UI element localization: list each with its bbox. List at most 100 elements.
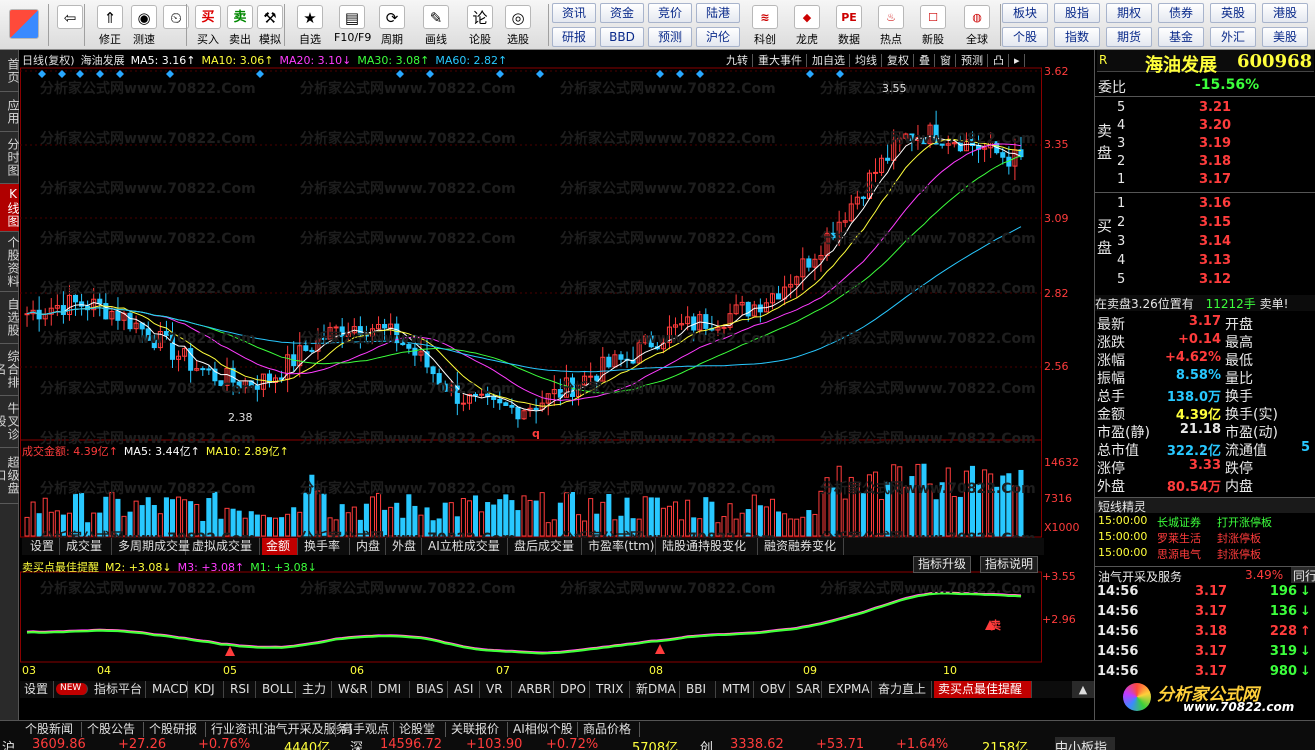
replay-button[interactable]: ◉ 测速 <box>126 1 162 49</box>
hotspot-button[interactable]: ♨ 热点 <box>872 1 910 49</box>
indicator-button-0[interactable]: 指标升级 <box>913 556 972 573</box>
kline-tool-5[interactable]: 叠 <box>919 54 935 67</box>
index-name-1[interactable]: 深 <box>350 737 363 750</box>
kline-tool-0[interactable]: 九转 <box>726 54 753 67</box>
volume-tab-0[interactable]: 设置 <box>26 538 60 555</box>
revise-button[interactable]: ⇑ 修正 <box>92 1 128 49</box>
kline-tool-2[interactable]: 加自选 <box>812 54 850 67</box>
left-nav-item-3[interactable]: K线图 <box>0 184 20 232</box>
indicator-button-1[interactable]: 指标说明 <box>980 556 1039 573</box>
event-marker-icon[interactable] <box>836 70 844 78</box>
info-tab-2[interactable]: 个股研报 <box>146 722 206 737</box>
kline-tool-7[interactable]: 预测 <box>961 54 988 67</box>
volume-tab-1[interactable]: 成交量 <box>62 538 112 555</box>
volume-tab-11[interactable]: 陆股通持股变化 <box>658 538 758 555</box>
clock-button[interactable]: ⏲ <box>158 1 194 49</box>
indicator-tab-12[interactable]: VR <box>482 681 512 698</box>
quick-button-7[interactable]: 沪伦 <box>696 27 740 47</box>
global-button[interactable]: ◍ 全球 <box>958 1 996 49</box>
volume-tab-5[interactable]: 换手率 <box>300 538 350 555</box>
jingling-stock-2[interactable]: 思源电气 <box>1157 546 1201 562</box>
indicator-tab-5[interactable]: RSI <box>226 681 256 698</box>
sell-price-2[interactable]: 3.19 <box>1199 136 1231 151</box>
market-button-9[interactable]: 基金 <box>1158 27 1204 47</box>
buy-price-3[interactable]: 3.13 <box>1199 253 1231 268</box>
event-marker-icon[interactable] <box>38 70 46 78</box>
jingling-stock-1[interactable]: 罗莱生活 <box>1157 530 1201 546</box>
event-marker-icon[interactable] <box>676 70 684 78</box>
kline-tool-9[interactable]: ▸ <box>1014 54 1025 67</box>
quick-button-6[interactable]: 预测 <box>648 27 692 47</box>
indicator-tab-14[interactable]: DPO <box>556 681 590 698</box>
quick-button-1[interactable]: 资金 <box>600 3 644 23</box>
left-nav-item-7[interactable]: 牛叉诊股 <box>0 396 20 448</box>
indicator-tab-4[interactable]: KDJ <box>190 681 224 698</box>
scroll-up-icon[interactable]: ▲ <box>1072 681 1094 698</box>
market-button-5[interactable]: 港股 <box>1262 3 1308 23</box>
indicator-tab-0[interactable]: 设置 <box>20 681 54 698</box>
event-marker-icon[interactable] <box>496 70 504 78</box>
indicator-tab-22[interactable]: 奋力直上 <box>874 681 932 698</box>
indicator-tab-21[interactable]: EXPMA <box>824 681 872 698</box>
simulate-button[interactable]: ⚒ 模拟 <box>252 1 288 49</box>
indicator-tab-9[interactable]: DMI <box>374 681 410 698</box>
buy-price-1[interactable]: 3.15 <box>1199 215 1231 230</box>
event-marker-icon[interactable] <box>806 70 814 78</box>
info-tab-6[interactable]: 关联报价 <box>448 722 508 737</box>
volume-tab-9[interactable]: 盘后成交量 <box>510 538 582 555</box>
volume-tab-6[interactable]: 内盘 <box>352 538 386 555</box>
period-button[interactable]: ⟳ 周期 <box>374 1 410 49</box>
event-marker-icon[interactable] <box>76 70 84 78</box>
self-select-button[interactable]: ★ 自选 <box>292 1 328 49</box>
event-marker-icon[interactable] <box>396 70 404 78</box>
kline-tool-6[interactable]: 窗 <box>940 54 956 67</box>
longhu-button[interactable]: ◆ 龙虎 <box>788 1 826 49</box>
indicator-tab-8[interactable]: W&R <box>334 681 372 698</box>
draw-button[interactable]: ✎ 画线 <box>418 1 454 49</box>
left-nav-item-2[interactable]: 分时图 <box>0 132 20 184</box>
discuss-button[interactable]: 论论股 <box>462 1 498 49</box>
indicator-tab-10[interactable]: BIAS <box>412 681 448 698</box>
jingling-stock-0[interactable]: 长城证券 <box>1157 514 1201 530</box>
event-marker-icon[interactable] <box>96 70 104 78</box>
market-button-0[interactable]: 板块 <box>1002 3 1048 23</box>
buy-price-0[interactable]: 3.16 <box>1199 196 1231 211</box>
event-marker-icon[interactable] <box>426 70 434 78</box>
indicator-tab-6[interactable]: BOLL <box>258 681 296 698</box>
info-tab-7[interactable]: AI相似个股 <box>510 722 578 737</box>
indicator-tab-20[interactable]: SAR <box>792 681 822 698</box>
ticker-right-label[interactable]: 中小板指 <box>1055 737 1115 750</box>
market-button-4[interactable]: 英股 <box>1210 3 1256 23</box>
volume-tab-7[interactable]: 外盘 <box>388 538 422 555</box>
buy-price-4[interactable]: 3.12 <box>1199 272 1231 287</box>
chart-area[interactable]: 分析家公式网www.70822.Com 分析家公式网www.70822.Com 分析… <box>20 50 1094 720</box>
info-tab-0[interactable]: 个股新闻 <box>22 722 82 737</box>
volume-tab-10[interactable]: 市盈率(ttm) <box>584 538 656 555</box>
market-button-1[interactable]: 股指 <box>1054 3 1100 23</box>
kline-tool-8[interactable]: 凸 <box>993 54 1009 67</box>
left-nav-item-8[interactable]: 超级盘口 <box>0 448 20 504</box>
sell-price-0[interactable]: 3.21 <box>1199 100 1231 115</box>
kline-tool-1[interactable]: 重大事件 <box>758 54 807 67</box>
left-nav-item-0[interactable]: 首页 <box>0 50 20 92</box>
select-stock-button[interactable]: ◎ 选股 <box>500 1 536 49</box>
left-nav-item-1[interactable]: 应用 <box>0 92 20 132</box>
indicator-tab-7[interactable]: 主力 <box>298 681 332 698</box>
sell-price-1[interactable]: 3.20 <box>1199 118 1231 133</box>
quick-button-3[interactable]: 陆港 <box>696 3 740 23</box>
indicator-tab-11[interactable]: ASI <box>450 681 480 698</box>
kechuang-button[interactable]: ≋ 科创 <box>746 1 784 49</box>
market-button-7[interactable]: 指数 <box>1054 27 1100 47</box>
peer-button[interactable]: 同行 <box>1291 567 1315 583</box>
indicator-tab-17[interactable]: BBI <box>682 681 716 698</box>
market-button-2[interactable]: 期权 <box>1106 3 1152 23</box>
volume-tab-3[interactable]: 虚拟成交量 <box>188 538 260 555</box>
event-marker-icon[interactable] <box>536 70 544 78</box>
info-tab-1[interactable]: 个股公告 <box>84 722 144 737</box>
indicator-tab-23[interactable]: 卖买点最佳提醒 <box>934 681 1032 698</box>
market-button-10[interactable]: 外汇 <box>1210 27 1256 47</box>
volume-tab-4[interactable]: 金额 <box>262 538 298 555</box>
market-button-8[interactable]: 期货 <box>1106 27 1152 47</box>
indicator-tab-2[interactable]: 指标平台 <box>90 681 146 698</box>
indicator-tab-1[interactable]: NEW <box>56 683 88 695</box>
